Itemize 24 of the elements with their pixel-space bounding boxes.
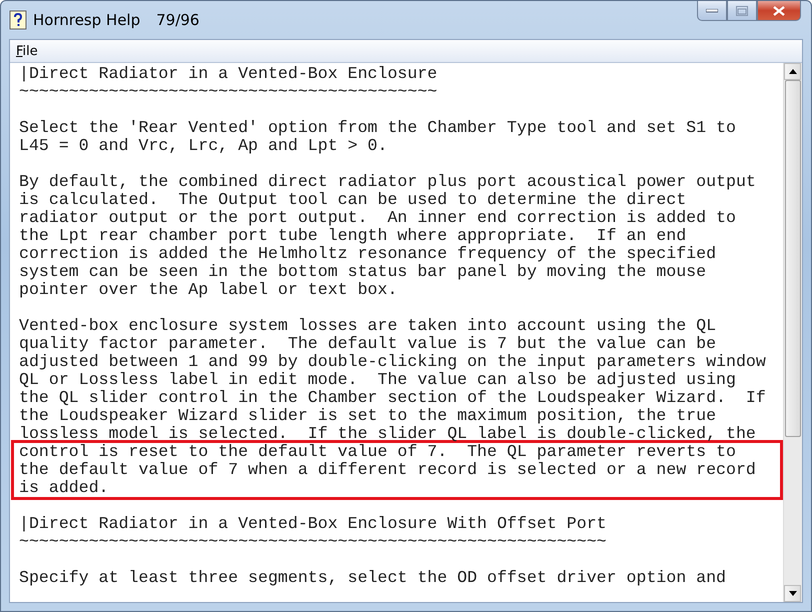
help-icon (9, 10, 27, 30)
paragraph: Select the 'Rear Vented' option from the Chamber Type tool and set S1 to L45 = 0 and Vrc, Lrc, Ap and Lpt > 0. (19, 119, 736, 155)
close-button[interactable] (757, 1, 801, 21)
paragraph: control is reset to the default value of 7. The QL parameter reverts to the default value of 7 when a different record is selected or a new record is added. (19, 443, 756, 497)
tilde-rule: ~~~~~~~~~~~~~~~~~~~~~~~~~~~~~~~~~~~~~~~~~~ (19, 83, 438, 101)
window-title: Hornresp Help (33, 11, 140, 29)
scroll-thumb[interactable] (785, 80, 801, 437)
scroll-down-button[interactable] (784, 585, 801, 602)
paragraph: Specify at least three segments, select the OD offset driver option and (19, 569, 726, 587)
up-arrow-icon (788, 69, 796, 74)
menu-item[interactable]: File (10, 44, 44, 58)
scroll-up-button[interactable] (784, 63, 801, 80)
paragraph: By default, the combined direct radiator plus port acoustical power output is calculated. The Output tool can be used to determine the direct radiator output or the port output. An inner end correction is added to the Lpt rear chamber port tube length where appropriate. If an end correction is added the Helmholtz resonance frequency of the specified system can be seen in the bottom status bar panel by moving the mouse pointer over the Ap label or text box. (19, 173, 756, 299)
maximize-button[interactable] (727, 1, 757, 21)
section-heading: |Direct Radiator in a Vented-Box Enclosure With Offset Port (19, 515, 607, 533)
section-heading: |Direct Radiator in a Vented-Box Enclosure (19, 65, 438, 83)
minimize-button[interactable] (697, 1, 727, 21)
close-icon (773, 6, 785, 16)
maximize-icon (736, 6, 748, 16)
tilde-rule: ~~~~~~~~~~~~~~~~~~~~~~~~~~~~~~~~~~~~~~~~~~~~~~~~~~~~~~~~~~~ (19, 533, 607, 551)
minimize-icon (706, 8, 718, 12)
scrollbar[interactable] (783, 63, 802, 602)
page-counter: 79/96 (156, 11, 200, 29)
down-arrow-icon (788, 591, 796, 596)
